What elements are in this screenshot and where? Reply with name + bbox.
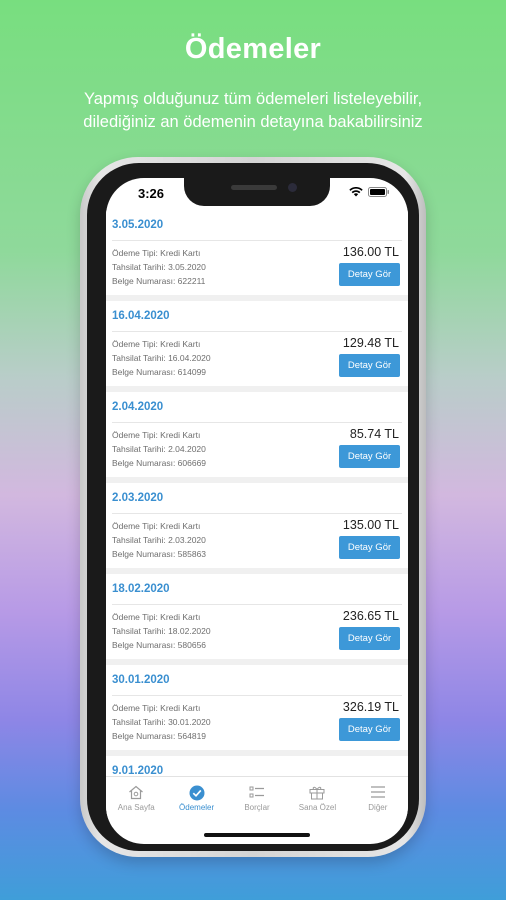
menu-icon [370, 786, 385, 798]
document-number: Belge Numarası: 614099 [112, 367, 207, 377]
camera [288, 183, 297, 192]
payment-card: 2.03.2020 Ödeme Tipi: Kredi Kartı Tahsilat… [106, 483, 408, 568]
payment-amount: 129.48 TL [342, 336, 399, 350]
tab-home[interactable]: Ana Sayfa [106, 777, 166, 827]
collection-date: Tahsilat Tarihi: 30.01.2020 [112, 717, 211, 727]
phone-screen: 3:26 3.05.2020 Ödeme Tipi: Kredi Kartı Tah… [106, 178, 408, 844]
gift-icon [309, 786, 325, 800]
divider [112, 331, 402, 332]
collection-date: Tahsilat Tarihi: 3.05.2020 [112, 262, 206, 272]
document-number: Belge Numarası: 585863 [112, 549, 207, 559]
divider [112, 240, 402, 241]
tab-bar: Ana Sayfa Ödemeler Borçlar Sana Özel Diğ… [106, 776, 408, 827]
detail-button[interactable]: Detay Gör [339, 627, 400, 650]
tab-other[interactable]: Diğer [348, 777, 408, 827]
document-number: Belge Numarası: 580656 [112, 640, 207, 650]
divider [112, 422, 402, 423]
check-circle-icon [189, 785, 205, 801]
collection-date: Tahsilat Tarihi: 18.02.2020 [112, 626, 211, 636]
wifi-icon [349, 187, 363, 197]
payment-type: Ödeme Tipi: Kredi Kartı [112, 430, 201, 440]
payment-amount: 136.00 TL [342, 245, 399, 259]
promo-subtitle-line-1: Yapmış olduğunuz tüm ödemeleri listeleye… [83, 90, 423, 108]
promo-subtitle-line-2: dilediğiniz an ödemenin detayına bakabil… [83, 113, 423, 131]
payment-card: 2.04.2020 Ödeme Tipi: Kredi Kartı Tahsilat… [106, 392, 408, 477]
list-icon [249, 786, 265, 798]
phone-bezel: 3:26 3.05.2020 Ödeme Tipi: Kredi Kartı Tah… [87, 163, 419, 851]
payment-type: Ödeme Tipi: Kredi Kartı [112, 612, 201, 622]
battery-icon [368, 187, 389, 197]
home-indicator [204, 833, 310, 837]
phone-frame: 3:26 3.05.2020 Ödeme Tipi: Kredi Kartı Tah… [80, 157, 426, 857]
payment-amount: 135.00 TL [342, 518, 399, 532]
divider [112, 695, 402, 696]
payment-amount: 236.65 TL [342, 609, 399, 623]
tab-label: Borçlar [244, 803, 270, 812]
notch [184, 178, 330, 206]
payment-date: 9.01.2020 [112, 765, 164, 776]
promo-subtitle: Yapmış olduğunuz tüm ödemeleri listeleye… [0, 88, 506, 134]
payments-list[interactable]: 3.05.2020 Ödeme Tipi: Kredi Kartı Tahsilat… [106, 210, 408, 776]
detail-button[interactable]: Detay Gör [339, 718, 400, 741]
speaker [231, 185, 277, 190]
tab-special[interactable]: Sana Özel [287, 777, 347, 827]
document-number: Belge Numarası: 606669 [112, 458, 207, 468]
payment-card: 30.01.2020 Ödeme Tipi: Kredi Kartı Tahsila… [106, 665, 408, 750]
payment-type: Ödeme Tipi: Kredi Kartı [112, 339, 201, 349]
payment-amount: 85.74 TL [349, 427, 399, 441]
document-number: Belge Numarası: 622211 [112, 276, 206, 286]
divider [112, 513, 402, 514]
tab-label: Diğer [368, 803, 388, 812]
payment-date: 3.05.2020 [112, 219, 164, 231]
status-icons [349, 187, 390, 197]
payment-type: Ödeme Tipi: Kredi Kartı [112, 703, 201, 713]
payment-card: 9.01.2020 [106, 756, 408, 776]
payment-amount: 326.19 TL [342, 700, 399, 714]
promo-title: Ödemeler [184, 33, 322, 65]
payment-card: 18.02.2020 Ödeme Tipi: Kredi Kartı Tahsila… [106, 574, 408, 659]
payment-date: 18.02.2020 [112, 583, 170, 595]
detail-button[interactable]: Detay Gör [339, 536, 400, 559]
collection-date: Tahsilat Tarihi: 2.04.2020 [112, 444, 206, 454]
status-time: 3:26 [138, 186, 165, 201]
payment-date: 2.04.2020 [112, 401, 164, 413]
divider [112, 604, 402, 605]
tab-label: Ödemeler [179, 803, 215, 812]
payment-date: 30.01.2020 [112, 674, 170, 686]
tab-label: Ana Sayfa [117, 803, 155, 812]
detail-button[interactable]: Detay Gör [339, 354, 400, 377]
payment-card: 16.04.2020 Ödeme Tipi: Kredi Kartı Tahsila… [106, 301, 408, 386]
document-number: Belge Numarası: 564819 [112, 731, 207, 741]
collection-date: Tahsilat Tarihi: 16.04.2020 [112, 353, 211, 363]
payment-type: Ödeme Tipi: Kredi Kartı [112, 521, 201, 531]
tab-debts[interactable]: Borçlar [227, 777, 287, 827]
payment-type: Ödeme Tipi: Kredi Kartı [112, 248, 201, 258]
home-icon [129, 785, 144, 800]
payment-card: 3.05.2020 Ödeme Tipi: Kredi Kartı Tahsilat… [106, 210, 408, 295]
tab-label: Sana Özel [298, 803, 337, 812]
tab-payments[interactable]: Ödemeler [166, 777, 226, 827]
collection-date: Tahsilat Tarihi: 2.03.2020 [112, 535, 206, 545]
detail-button[interactable]: Detay Gör [339, 263, 400, 286]
payment-date: 16.04.2020 [112, 310, 170, 322]
payment-date: 2.03.2020 [112, 492, 164, 504]
detail-button[interactable]: Detay Gör [339, 445, 400, 468]
